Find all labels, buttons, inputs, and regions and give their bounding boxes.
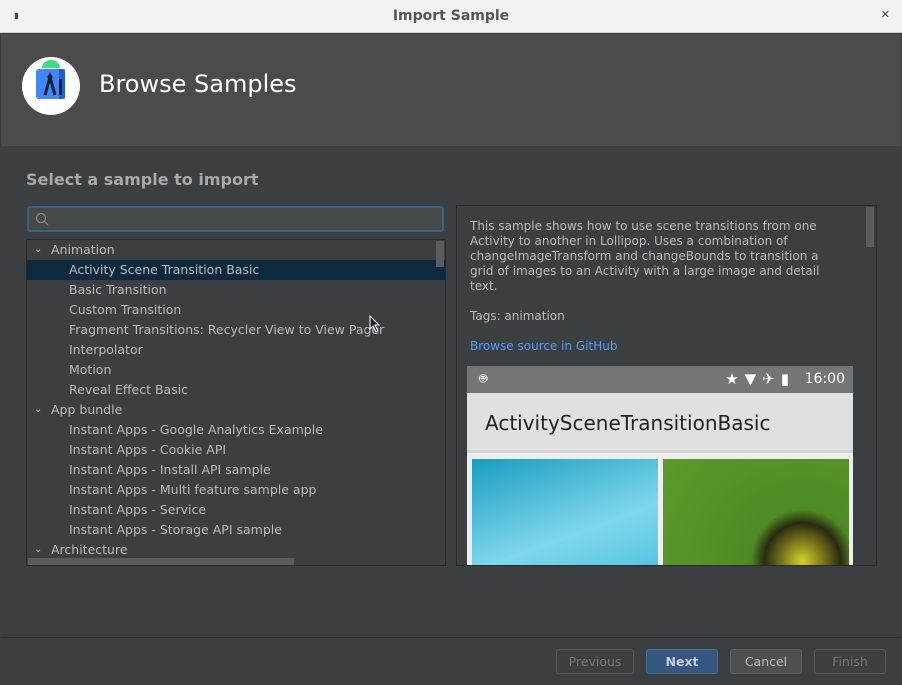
sample-description: This sample shows how to use scene trans… bbox=[470, 219, 830, 294]
tree-item[interactable]: Fragment Transitions: Recycler View to V… bbox=[27, 320, 445, 340]
next-button[interactable]: Next bbox=[646, 649, 718, 674]
tree-label: Reveal Effect Basic bbox=[69, 382, 188, 397]
search-input[interactable] bbox=[27, 206, 444, 232]
tree-label: Instant Apps - Install API sample bbox=[69, 462, 271, 477]
browse-github-link[interactable]: Browse source in GitHub bbox=[470, 339, 618, 353]
tree-label: Instant Apps - Multi feature sample app bbox=[69, 482, 316, 497]
status-icons: ★▼✈▮ bbox=[725, 370, 795, 388]
tree-label: Instant Apps - Service bbox=[69, 502, 206, 517]
android-studio-logo bbox=[22, 57, 80, 115]
preview-app-title: ActivitySceneTransitionBasic bbox=[467, 393, 853, 453]
tree-category[interactable]: ⌄ App bundle bbox=[27, 400, 445, 420]
tree-label: Interpolator bbox=[69, 342, 143, 357]
footer-divider bbox=[1, 637, 901, 638]
tree-item[interactable]: Basic Transition bbox=[27, 280, 445, 300]
tree-label: Instant Apps - Google Analytics Example bbox=[69, 422, 323, 437]
select-sample-label: Select a sample to import bbox=[26, 170, 258, 189]
chevron-down-icon[interactable]: ⌄ bbox=[34, 240, 42, 260]
tree-label: Animation bbox=[51, 242, 115, 257]
search-icon bbox=[35, 212, 49, 226]
sample-detail-panel: This sample shows how to use scene trans… bbox=[456, 205, 877, 566]
chevron-down-icon[interactable]: ⌄ bbox=[34, 400, 42, 420]
tree-item[interactable]: Instant Apps - Install API sample bbox=[27, 460, 445, 480]
tree-label: Custom Transition bbox=[69, 302, 181, 317]
cancel-button[interactable]: Cancel bbox=[730, 649, 802, 674]
tree-item[interactable]: Reveal Effect Basic bbox=[27, 380, 445, 400]
detail-scrollbar[interactable] bbox=[866, 207, 874, 247]
mouse-cursor-icon bbox=[369, 315, 381, 333]
title-bar: Import Sample ✕ bbox=[0, 0, 902, 33]
tree-item[interactable]: Instant Apps - Storage API sample bbox=[27, 520, 445, 540]
tree-label: Instant Apps - Storage API sample bbox=[69, 522, 282, 537]
tree-label: Architecture bbox=[51, 542, 128, 557]
tree-item[interactable]: Instant Apps - Service bbox=[27, 500, 445, 520]
tree-label: Basic Transition bbox=[69, 282, 167, 297]
sample-preview-screenshot: 🤖︎ ★▼✈▮ 16:00 ActivitySceneTransitionBas… bbox=[467, 366, 853, 566]
tree-label: App bundle bbox=[51, 402, 122, 417]
tree-item[interactable]: Instant Apps - Cookie API bbox=[27, 440, 445, 460]
dialog-header: Browse Samples bbox=[1, 34, 901, 146]
tree-item[interactable]: Activity Scene Transition Basic bbox=[27, 260, 445, 280]
tree-label: Fragment Transitions: Recycler View to V… bbox=[69, 322, 384, 337]
preview-image-stingray bbox=[472, 459, 658, 566]
tree-item[interactable]: Custom Transition bbox=[27, 300, 445, 320]
android-icon: 🤖︎ bbox=[479, 369, 487, 389]
header-title: Browse Samples bbox=[99, 70, 297, 98]
sample-tags: Tags: animation bbox=[470, 309, 565, 323]
preview-time: 16:00 bbox=[805, 371, 845, 387]
tree-label: Activity Scene Transition Basic bbox=[69, 262, 259, 277]
tree-label: Motion bbox=[69, 362, 111, 377]
tree-item[interactable]: Motion bbox=[27, 360, 445, 380]
tree-item[interactable]: Instant Apps - Google Analytics Example bbox=[27, 420, 445, 440]
sample-tree[interactable]: ⌄ Animation Activity Scene Transition Basi… bbox=[26, 239, 446, 566]
tree-item[interactable]: Interpolator bbox=[27, 340, 445, 360]
chevron-down-icon[interactable]: ⌄ bbox=[34, 540, 42, 560]
tree-vertical-scrollbar[interactable] bbox=[436, 241, 444, 267]
tree-category[interactable]: ⌄ Architecture bbox=[27, 540, 445, 560]
tree-item[interactable]: Instant Apps - Multi feature sample app bbox=[27, 480, 445, 500]
preview-status-bar: 🤖︎ ★▼✈▮ 16:00 bbox=[467, 366, 853, 393]
preview-image-caterpillar bbox=[663, 459, 849, 566]
window-title: Import Sample bbox=[0, 8, 902, 24]
tree-label: Instant Apps - Cookie API bbox=[69, 442, 226, 457]
finish-button[interactable]: Finish bbox=[814, 649, 886, 674]
tree-horizontal-scrollbar[interactable] bbox=[28, 558, 294, 565]
previous-button[interactable]: Previous bbox=[556, 649, 634, 674]
tree-category[interactable]: ⌄ Animation bbox=[27, 240, 445, 260]
close-icon[interactable]: ✕ bbox=[881, 8, 890, 21]
